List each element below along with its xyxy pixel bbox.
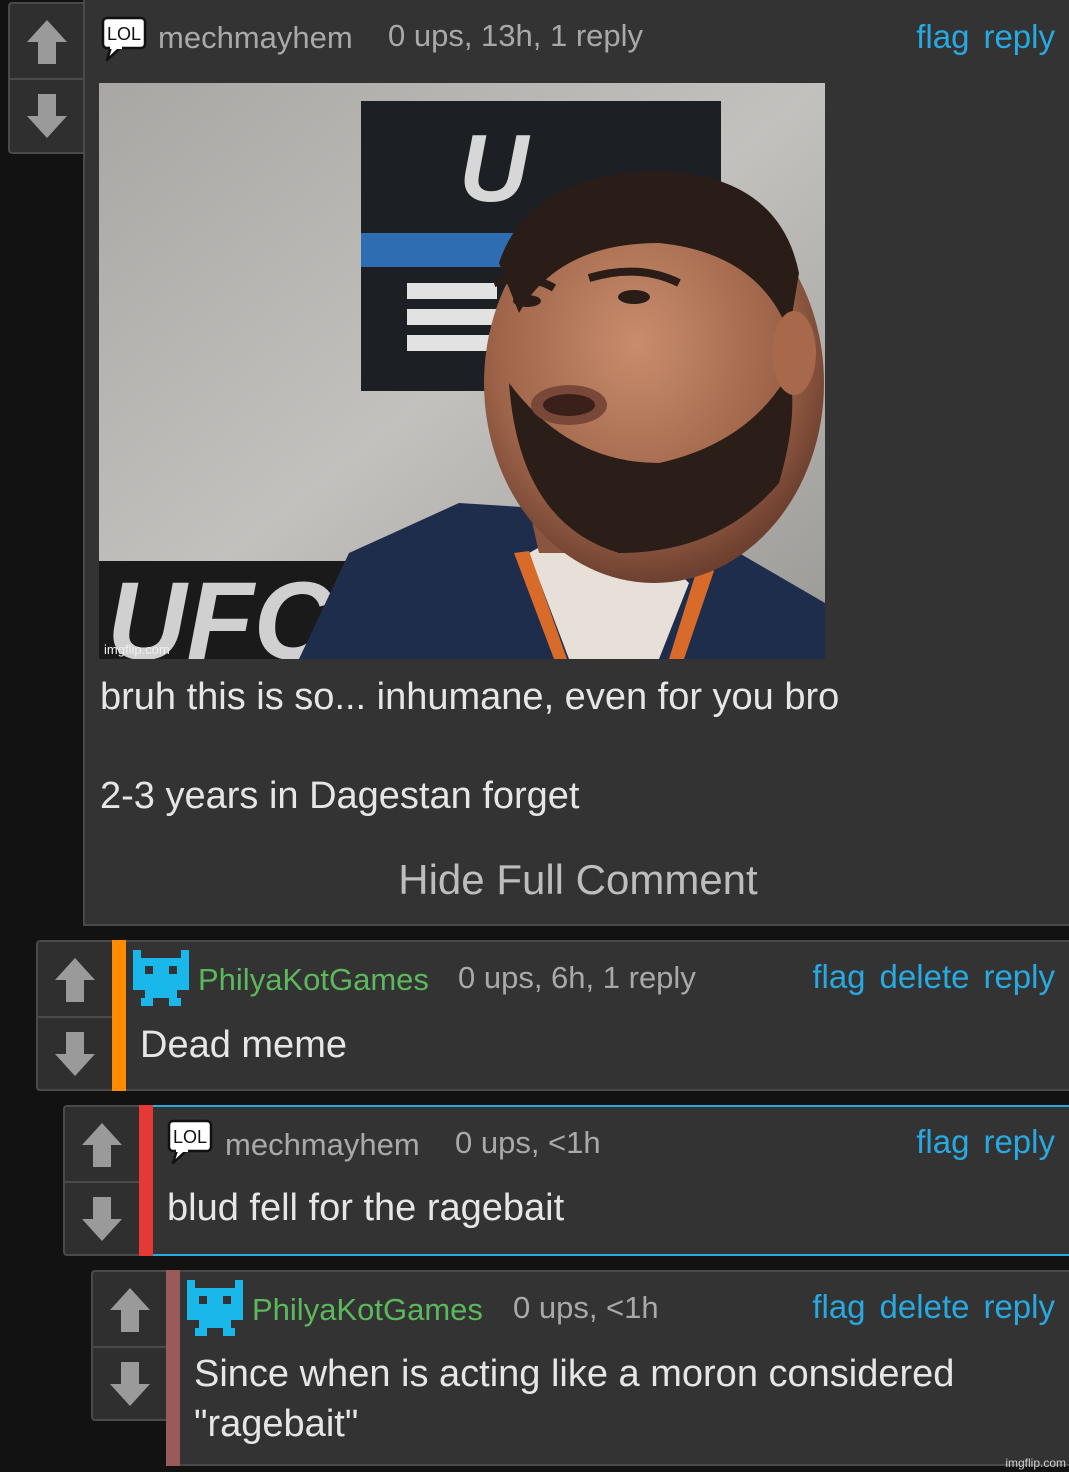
delete-link[interactable]: delete [880,958,970,995]
comment-text: Dead meme [140,1024,347,1066]
meme-image[interactable]: U UFC imgflip.com [99,83,825,659]
flag-link[interactable]: flag [916,1123,969,1160]
reply-link[interactable]: reply [983,1288,1055,1325]
svg-text:LOL: LOL [173,1127,207,1147]
comment-text: bruh this is so... inhumane, even for yo… [100,676,840,718]
svg-text:U: U [459,115,531,222]
flag-link[interactable]: flag [812,1288,865,1325]
lol-bubble-icon: LOL [167,1119,213,1165]
comment-panel: LOL mechmayhem 0 ups, 13h, 1 reply flag r… [83,0,1069,926]
divider [93,1346,167,1348]
downvote-button[interactable] [93,1350,167,1418]
username-link[interactable]: mechmayhem [225,1127,420,1163]
reply-link[interactable]: reply [983,18,1055,55]
vote-column [63,1105,141,1256]
vote-column [91,1270,169,1421]
image-watermark: imgflip.com [104,642,170,657]
pixel-cat-icon [187,1280,243,1336]
comment-meta: 0 ups, 13h, 1 reply [388,18,644,53]
comment-panel: PhilyaKotGames 0 ups, <1h flag delete repl… [180,1270,1069,1466]
comment-meta: 0 ups, 6h, 1 reply [458,960,696,995]
arrow-down-icon [27,94,67,138]
pixel-cat-icon [133,950,189,1006]
photo-illustration: U UFC [99,83,825,659]
arrow-down-icon [110,1362,150,1406]
arrow-up-icon [110,1288,150,1332]
divider [10,78,84,80]
thread-stripe [166,1270,180,1466]
thread-stripe [112,940,126,1091]
reply-link[interactable]: reply [983,1123,1055,1160]
comment-actions: flag reply [902,1123,1055,1161]
upvote-button[interactable] [65,1111,139,1179]
downvote-button[interactable] [38,1020,112,1088]
vote-column [8,2,86,154]
arrow-up-icon [27,20,67,64]
divider [65,1181,139,1183]
downvote-button[interactable] [10,82,84,150]
comment-actions: flag delete reply [798,958,1055,996]
comment-text: "ragebait" [194,1403,359,1445]
upvote-button[interactable] [10,8,84,76]
comment-actions: flag delete reply [798,1288,1055,1326]
upvote-button[interactable] [93,1276,167,1344]
reply-link[interactable]: reply [983,958,1055,995]
arrow-up-icon [55,958,95,1002]
username-link[interactable]: PhilyaKotGames [198,962,429,998]
arrow-down-icon [55,1032,95,1076]
upvote-button[interactable] [38,946,112,1014]
arrow-up-icon [82,1123,122,1167]
arrow-down-icon [82,1197,122,1241]
delete-link[interactable]: delete [880,1288,970,1325]
divider [38,1016,112,1018]
username-link[interactable]: mechmayhem [158,20,353,56]
comment-text: Since when is acting like a moron consid… [194,1353,955,1395]
thread-stripe [139,1105,153,1256]
lol-bubble-icon: LOL [101,16,147,62]
vote-column [36,940,114,1091]
flag-link[interactable]: flag [916,18,969,55]
flag-link[interactable]: flag [812,958,865,995]
comment-panel: PhilyaKotGames 0 ups, 6h, 1 reply flag de… [126,940,1069,1091]
comment-actions: flag reply [902,18,1055,56]
svg-text:LOL: LOL [107,24,141,44]
comment-meta: 0 ups, <1h [513,1290,659,1325]
comment-text: blud fell for the ragebait [167,1187,565,1229]
comment-meta: 0 ups, <1h [455,1125,601,1160]
comment-text: 2-3 years in Dagestan forget [100,775,580,817]
hide-full-comment-link[interactable]: Hide Full Comment [85,856,1069,904]
comment-panel: LOL mechmayhem 0 ups, <1h flag reply blud… [153,1105,1069,1256]
footer-watermark: imgflip.com [1005,1456,1066,1470]
username-link[interactable]: PhilyaKotGames [252,1292,483,1328]
downvote-button[interactable] [65,1185,139,1253]
